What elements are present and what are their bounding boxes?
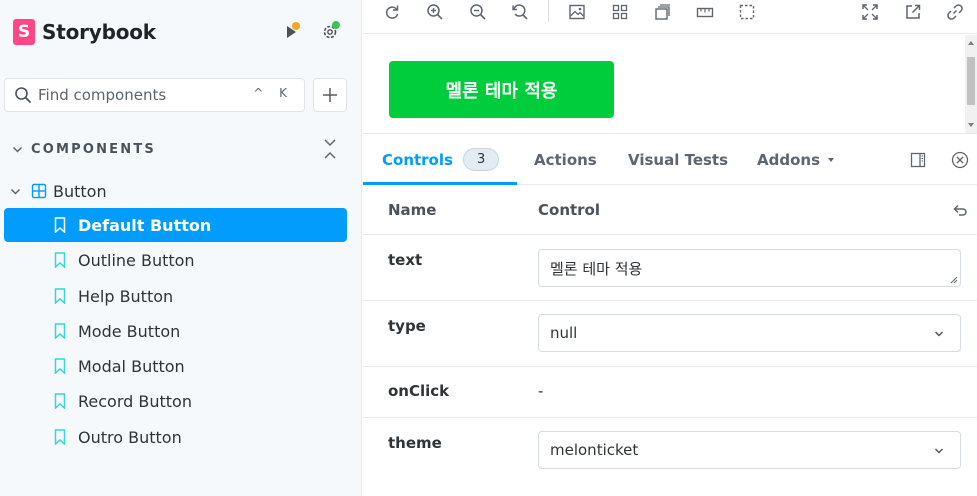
control-row-theme: theme melonticket: [363, 418, 977, 496]
control-row-onclick: onClick -: [363, 367, 977, 418]
image-icon[interactable]: [566, 1, 588, 23]
story-label: Outline Button: [78, 250, 195, 270]
addons-panel: Controls 3 Actions Visual Tests Addons N…: [363, 133, 977, 496]
status-dot-orange: [292, 22, 300, 30]
story-help-button[interactable]: Help Button: [4, 279, 347, 313]
story-label: Outro Button: [78, 427, 182, 447]
background-icon[interactable]: [651, 1, 673, 23]
gear-icon[interactable]: [318, 20, 342, 44]
preview-toolbar: [363, 0, 977, 34]
control-name: type: [388, 317, 426, 335]
chevron-down-icon: [935, 448, 943, 454]
tab-label: Actions: [534, 150, 597, 169]
story-label: Mode Button: [78, 321, 181, 341]
bookmark-icon: [54, 323, 66, 339]
control-name: theme: [388, 434, 442, 452]
sidebar: S Storybook ^ K COMPONENTS: [0, 0, 362, 496]
control-name: text: [388, 251, 423, 269]
search-input[interactable]: [38, 86, 253, 104]
control-column-header: Control: [538, 201, 601, 219]
control-row-type: type null: [363, 301, 977, 367]
theme-select[interactable]: melonticket: [538, 431, 961, 469]
close-panel-icon[interactable]: [950, 150, 970, 170]
story-outline-button[interactable]: Outline Button: [4, 243, 347, 277]
tree-component-button[interactable]: Button: [10, 180, 107, 202]
name-column-header: Name: [388, 201, 437, 219]
control-value: -: [538, 382, 544, 400]
tab-label: Addons: [757, 150, 820, 169]
scroll-thumb[interactable]: [967, 57, 975, 105]
tab-controls[interactable]: Controls 3: [363, 134, 518, 185]
grid-icon[interactable]: [609, 1, 631, 23]
tab-addons[interactable]: Addons: [757, 134, 834, 185]
type-select[interactable]: null: [538, 314, 961, 352]
caret-down-icon: [828, 157, 834, 162]
add-component-button[interactable]: [313, 78, 347, 112]
story-record-button[interactable]: Record Button: [4, 384, 347, 418]
panel-layout-icon[interactable]: [908, 150, 928, 170]
bookmark-icon: [54, 252, 66, 268]
story-label: Default Button: [78, 215, 212, 235]
story-label: Help Button: [78, 286, 174, 306]
bookmark-icon: [54, 393, 66, 409]
brand-name: Storybook: [42, 20, 156, 44]
storybook-logo: S: [13, 19, 35, 45]
melon-theme-button[interactable]: 멜론 테마 적용: [389, 61, 614, 118]
collapse-all-icon[interactable]: [321, 137, 339, 161]
story-default-button[interactable]: Default Button: [4, 208, 347, 242]
toolbar-separator: [548, 0, 549, 22]
tab-visual-tests[interactable]: Visual Tests: [628, 134, 728, 185]
search-shortcut: ^ K: [253, 86, 293, 100]
scroll-up-icon[interactable]: [968, 41, 974, 45]
panel-tabs: Controls 3 Actions Visual Tests Addons: [363, 134, 977, 185]
controls-count-badge: 3: [462, 148, 500, 171]
control-row-text: text 멜론 테마 적용: [363, 235, 977, 301]
scroll-down-icon[interactable]: [968, 123, 974, 127]
reset-icon[interactable]: [950, 200, 968, 218]
tab-actions[interactable]: Actions: [534, 134, 597, 185]
measure-icon[interactable]: [694, 1, 716, 23]
brand[interactable]: S Storybook: [13, 19, 156, 45]
search-field[interactable]: ^ K: [4, 78, 305, 112]
select-value: melonticket: [550, 441, 639, 459]
tab-label: Visual Tests: [628, 150, 729, 169]
select-value: null: [550, 324, 578, 342]
story-label: Record Button: [78, 391, 192, 411]
open-new-tab-icon[interactable]: [902, 1, 924, 23]
story-label: Modal Button: [78, 356, 185, 376]
resize-grip-icon[interactable]: [950, 276, 958, 284]
story-mode-button[interactable]: Mode Button: [4, 314, 347, 348]
textarea-value: 멜론 테마 적용: [550, 260, 643, 278]
bookmark-icon: [54, 429, 66, 445]
search-icon: [15, 87, 31, 103]
preview-canvas: 멜론 테마 적용: [363, 35, 977, 133]
bookmark-icon: [54, 217, 66, 233]
chevron-down-icon: [12, 146, 23, 153]
fullscreen-icon[interactable]: [859, 1, 881, 23]
component-label: Button: [53, 181, 107, 201]
zoom-out-icon[interactable]: [467, 1, 489, 23]
plus-icon: [323, 88, 337, 102]
control-name: onClick: [388, 382, 450, 400]
bookmark-icon: [54, 288, 66, 304]
components-section-header[interactable]: COMPONENTS: [12, 139, 342, 159]
zoom-reset-icon[interactable]: [509, 1, 531, 23]
status-dot-green: [332, 21, 340, 29]
section-label: COMPONENTS: [31, 141, 156, 157]
controls-table-header: Name Control: [363, 185, 977, 235]
chevron-down-icon: [935, 331, 943, 337]
play-icon[interactable]: [279, 20, 303, 44]
chevron-down-icon: [10, 188, 21, 195]
zoom-in-icon[interactable]: [424, 1, 446, 23]
canvas-scrollbar[interactable]: [965, 35, 977, 133]
link-icon[interactable]: [944, 1, 966, 23]
bookmark-icon: [54, 358, 66, 374]
refresh-icon[interactable]: [381, 1, 403, 23]
text-control-textarea[interactable]: 멜론 테마 적용: [538, 249, 961, 287]
outline-icon[interactable]: [736, 1, 758, 23]
tab-label: Controls: [382, 150, 453, 169]
story-modal-button[interactable]: Modal Button: [4, 349, 347, 383]
component-icon: [31, 183, 47, 199]
story-outro-button[interactable]: Outro Button: [4, 420, 347, 454]
